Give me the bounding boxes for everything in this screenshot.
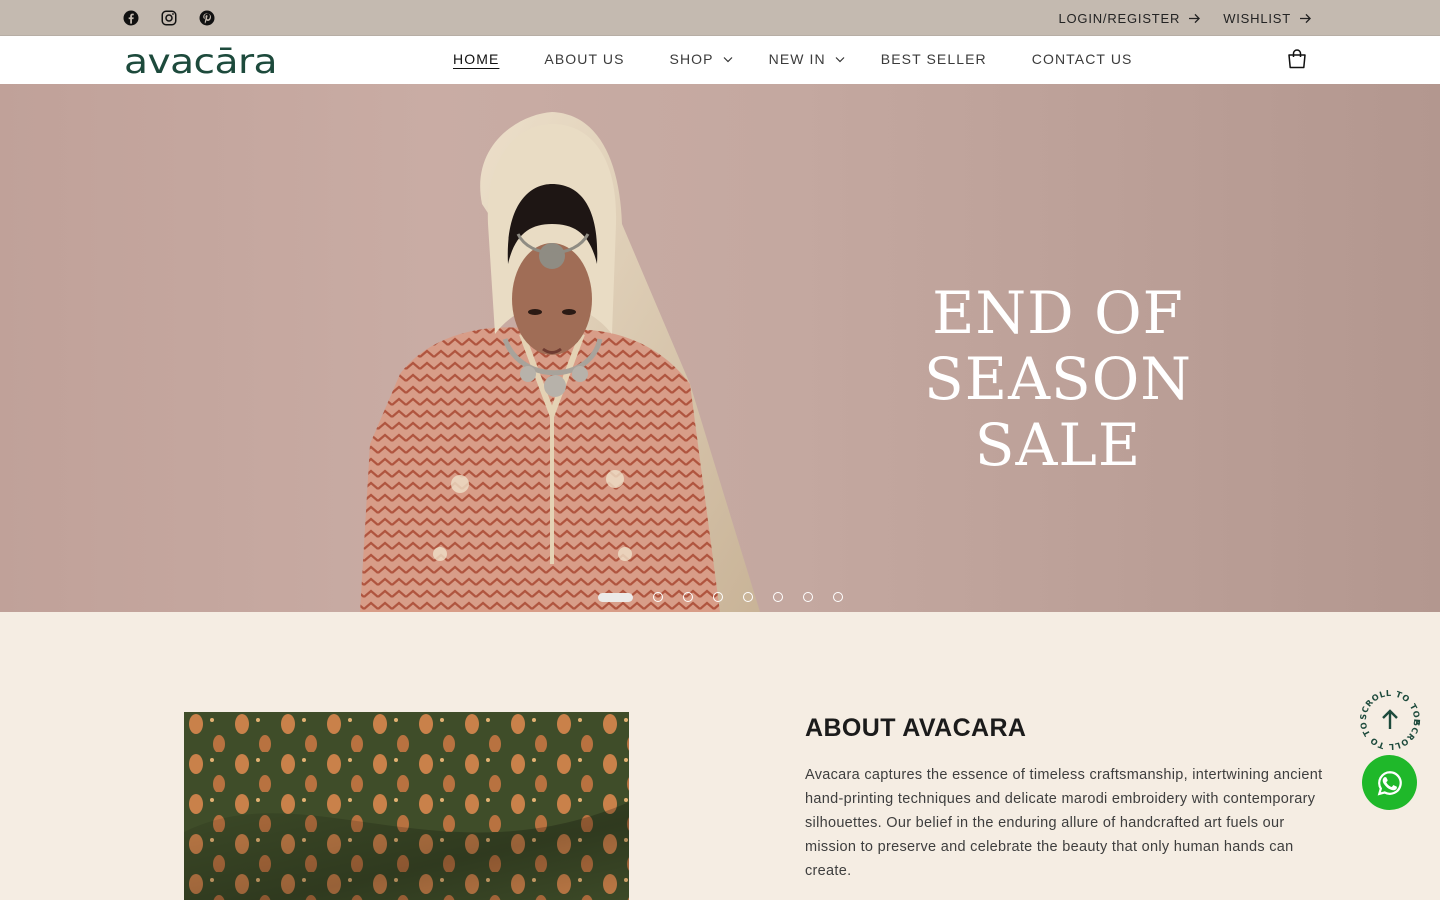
- instagram-icon[interactable]: [160, 9, 178, 27]
- nav-about-us[interactable]: ABOUT US: [544, 51, 624, 67]
- social-links: [122, 9, 216, 27]
- slide-dot[interactable]: [773, 592, 783, 602]
- slide-pagination: [598, 592, 863, 602]
- slide-dot[interactable]: [803, 592, 813, 602]
- hero-title-line2: SEASON SALE: [924, 345, 1192, 479]
- main-nav: HOME ABOUT US SHOP NEW IN BEST SELLER CO…: [453, 51, 1132, 67]
- slide-dot[interactable]: [653, 592, 663, 602]
- nav-best-seller[interactable]: BEST SELLER: [881, 51, 987, 67]
- slide-dot[interactable]: [598, 592, 633, 602]
- about-fabric-image: [184, 712, 629, 900]
- brand-logo-text: avacāra: [124, 44, 277, 76]
- site-header: avacāra HOME ABOUT US SHOP NEW IN BEST S…: [0, 35, 1440, 84]
- nav-shop-label: SHOP: [669, 51, 714, 67]
- nav-contact-us[interactable]: CONTACT US: [1032, 51, 1133, 67]
- slide-dot[interactable]: [743, 592, 753, 602]
- about-description: Avacara captures the essence of timeless…: [805, 767, 1323, 879]
- arrow-right-icon: [1189, 13, 1201, 24]
- slide-dot[interactable]: [713, 592, 723, 602]
- wishlist-label: WISHLIST: [1223, 11, 1291, 26]
- nav-contact-us-label: CONTACT US: [1031, 51, 1133, 67]
- arrow-up-icon: [1382, 709, 1398, 729]
- scroll-to-top-button[interactable]: SCROLL TO TOP SCROLL TO TOP: [1358, 688, 1422, 752]
- about-title: ABOUT AVACARA: [805, 714, 1027, 742]
- nav-new-in[interactable]: NEW IN: [769, 51, 845, 67]
- whatsapp-icon: [1377, 770, 1402, 795]
- facebook-icon[interactable]: [122, 9, 140, 27]
- chevron-down-icon: [723, 56, 733, 62]
- nav-about-us-label: ABOUT US: [544, 51, 625, 67]
- hero-title-line1: END OF: [932, 279, 1184, 347]
- account-links: LOGIN/REGISTER WISHLIST: [1058, 11, 1312, 26]
- login-register-link[interactable]: LOGIN/REGISTER: [1058, 11, 1201, 26]
- arrow-right-icon: [1300, 13, 1311, 24]
- slide-dot[interactable]: [683, 592, 693, 602]
- nav-shop[interactable]: SHOP: [670, 51, 733, 67]
- announcement-bar: LOGIN/REGISTER WISHLIST: [0, 0, 1440, 35]
- chevron-down-icon: [835, 56, 845, 62]
- hero-slideshow[interactable]: END OF SEASON SALE: [0, 84, 1440, 612]
- wishlist-link[interactable]: WISHLIST: [1223, 11, 1312, 26]
- nav-best-seller-label: BEST SELLER: [880, 51, 987, 67]
- brand-logo[interactable]: avacāra: [124, 44, 278, 76]
- nav-home-label: HOME: [453, 51, 500, 67]
- nav-new-in-label: NEW IN: [768, 51, 826, 67]
- cart-icon[interactable]: [1286, 48, 1308, 70]
- login-register-label: LOGIN/REGISTER: [1058, 11, 1181, 26]
- whatsapp-button[interactable]: [1362, 755, 1417, 810]
- slide-dot[interactable]: [833, 592, 843, 602]
- nav-home[interactable]: HOME: [453, 51, 499, 67]
- pinterest-icon[interactable]: [198, 9, 216, 27]
- hero-title: END OF SEASON SALE: [840, 280, 1276, 478]
